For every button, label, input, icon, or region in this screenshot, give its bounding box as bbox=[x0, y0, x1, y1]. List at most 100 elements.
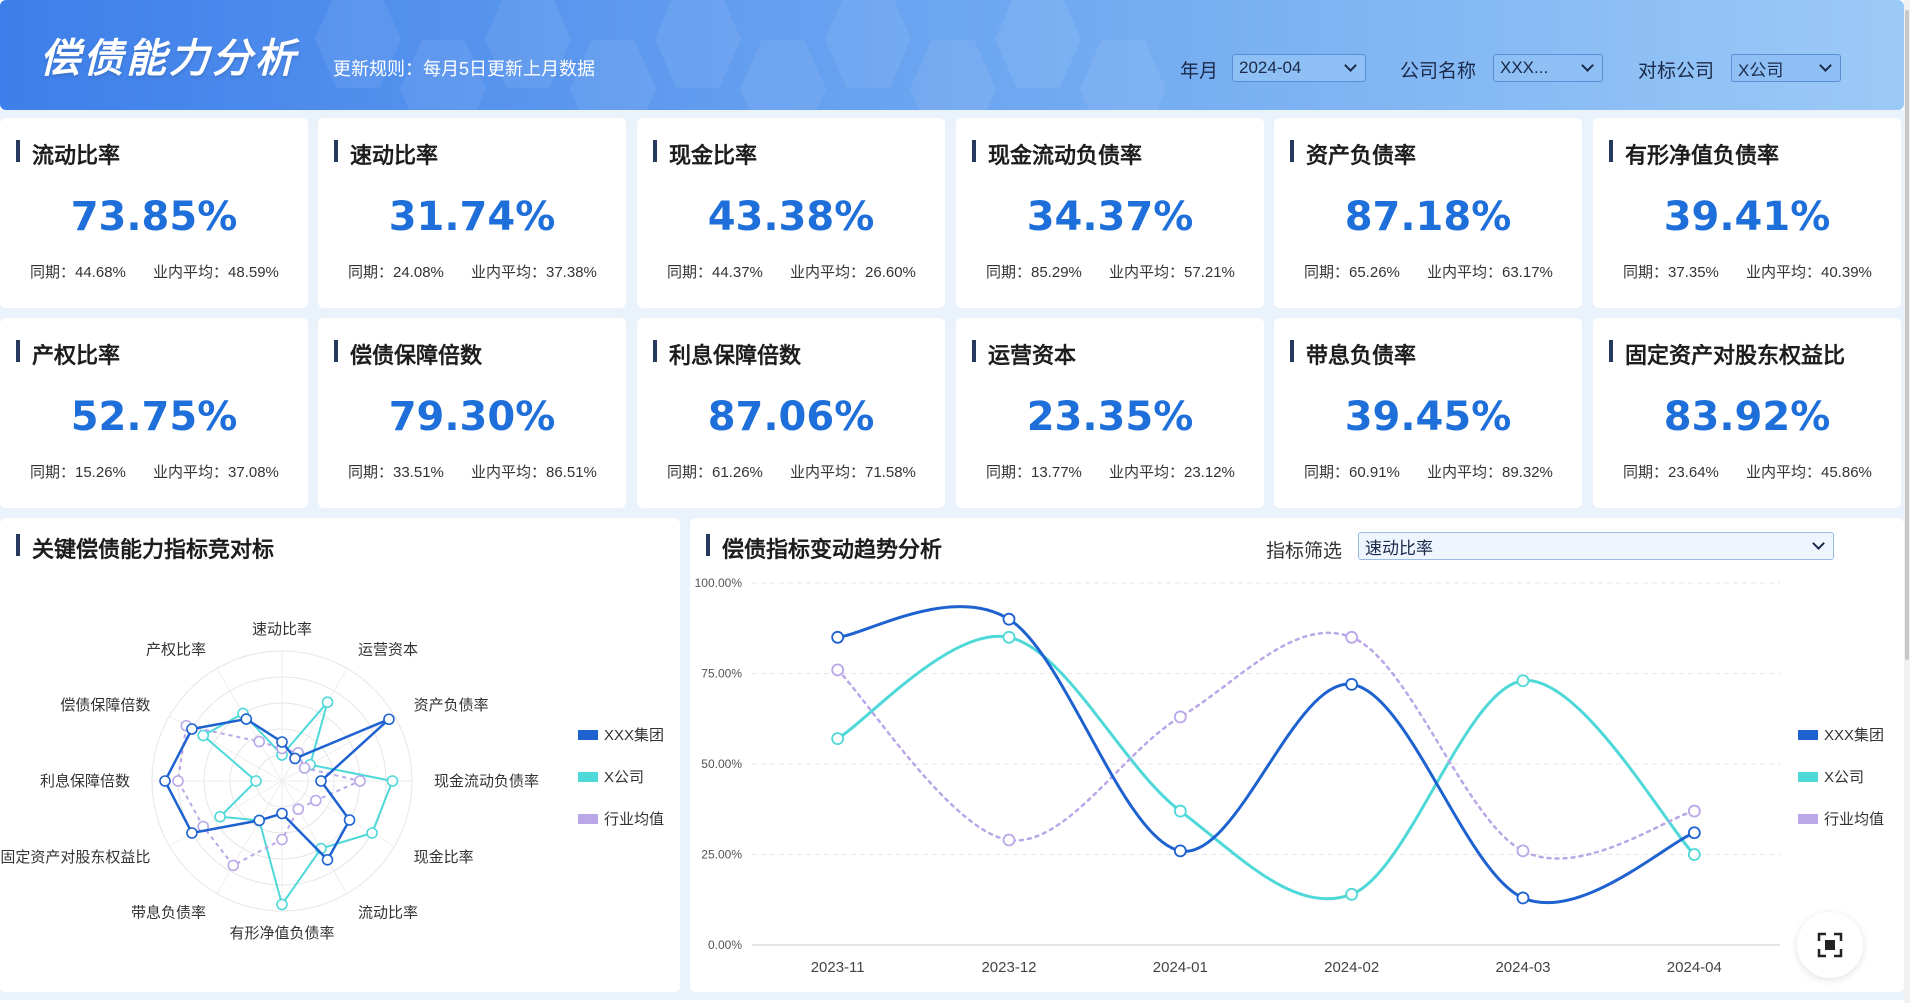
x-tick-label: 2024-03 bbox=[1495, 959, 1550, 976]
kpi-value: 31.74% bbox=[388, 194, 556, 240]
year-month-label: 年月 bbox=[1180, 61, 1219, 82]
trend-point[interactable] bbox=[1345, 630, 1359, 644]
radar-chart: 速动比率运营资本资产负债率现金流动负债率现金比率流动比率有形净值负债率 带息负债率… bbox=[0, 621, 664, 942]
kpi-same-period: 同期：61.26% bbox=[667, 464, 763, 481]
kpi-same-period: 同期：23.64% bbox=[1623, 464, 1719, 481]
kpi-value: 52.75% bbox=[70, 394, 238, 440]
trend-point[interactable] bbox=[1516, 844, 1530, 858]
kpi-title: 固定资产对股东权益比 bbox=[1625, 343, 1846, 368]
trend-point[interactable] bbox=[831, 732, 845, 746]
kpi-title: 资产负债率 bbox=[1306, 143, 1417, 168]
radar-point bbox=[253, 814, 266, 827]
legend-swatch bbox=[578, 772, 598, 782]
radar-point bbox=[240, 713, 253, 725]
kpi-card: 资产负债率 87.18% 同期：65.26% 业内平均：63.17% bbox=[1274, 118, 1582, 308]
trend-series-line bbox=[836, 631, 1696, 860]
trend-point[interactable] bbox=[1516, 674, 1530, 688]
radar-point bbox=[276, 833, 288, 846]
radar-point bbox=[276, 807, 288, 820]
kpi-same-period: 同期：33.51% bbox=[348, 464, 444, 481]
radar-indicator-label: 资产负债率 bbox=[414, 697, 489, 714]
page-title: 偿债能力分析 bbox=[40, 36, 298, 82]
radar-indicator-label: 固定资产对股东权益比 bbox=[0, 849, 150, 866]
kpi-same-period: 同期：37.35% bbox=[1623, 264, 1719, 281]
kpi-title: 偿债保障倍数 bbox=[350, 343, 483, 368]
kpi-card: 有形净值负债率 39.41% 同期：37.35% 业内平均：40.39% bbox=[1593, 118, 1901, 308]
header-banner: 偿债能力分析 更新规则：每月5日更新上月数据 年月 2024-04 公司名称 X… bbox=[0, 0, 1904, 110]
radar-indicator-label: 有形净值负债率 bbox=[229, 925, 334, 942]
legend-swatch bbox=[1798, 772, 1818, 782]
radar-point bbox=[366, 827, 378, 839]
kpi-card: 产权比率 52.75% 同期：15.26% 业内平均：37.08% bbox=[0, 318, 308, 508]
legend-label[interactable]: X公司 bbox=[1824, 769, 1864, 786]
kpi-same-period: 同期：60.91% bbox=[1304, 464, 1400, 481]
radar-point bbox=[309, 794, 322, 807]
radar-point bbox=[321, 854, 334, 866]
kpi-industry-avg: 业内平均：23.12% bbox=[1109, 464, 1235, 481]
trend-point[interactable] bbox=[1002, 612, 1016, 626]
trend-point[interactable] bbox=[1173, 804, 1187, 818]
kpi-card: 流动比率 73.85% 同期：44.68% 业内平均：48.59% bbox=[0, 118, 308, 308]
kpi-value: 87.18% bbox=[1344, 194, 1512, 240]
kpi-value: 23.35% bbox=[1026, 394, 1194, 440]
x-tick-label: 2023-12 bbox=[981, 959, 1036, 976]
x-tick-label: 2024-02 bbox=[1324, 959, 1379, 976]
kpi-title: 速动比率 bbox=[350, 143, 439, 168]
trend-point[interactable] bbox=[1687, 804, 1701, 818]
radar-point bbox=[186, 827, 198, 839]
trend-point[interactable] bbox=[1345, 677, 1359, 691]
kpi-card: 固定资产对股东权益比 83.92% 同期：23.64% 业内平均：45.86% bbox=[1593, 318, 1901, 508]
legend-label[interactable]: 行业均值 bbox=[1824, 811, 1884, 828]
trend-point[interactable] bbox=[1687, 848, 1701, 861]
kpi-title: 有形净值负债率 bbox=[1625, 143, 1780, 168]
chevron-down-icon bbox=[1344, 59, 1357, 72]
chevron-down-icon bbox=[1581, 59, 1594, 72]
kpi-industry-avg: 业内平均：40.39% bbox=[1746, 264, 1872, 281]
y-tick-label: 25.00% bbox=[701, 848, 742, 862]
trend-point[interactable] bbox=[831, 630, 845, 644]
legend-label[interactable]: XXX集团 bbox=[604, 727, 664, 744]
y-tick-label: 100.00% bbox=[695, 576, 743, 590]
radar-panel: 关键偿债能力指标竞对标 速动比率 运营资本 资产负债率 现金流动负债率 现金比率 流动比率… bbox=[0, 518, 680, 992]
kpi-industry-avg: 业内平均：37.08% bbox=[153, 464, 279, 481]
legend-swatch bbox=[578, 730, 598, 740]
radar-indicator-label: 现金流动负债率 bbox=[434, 773, 539, 790]
legend-label[interactable]: 行业均值 bbox=[604, 811, 664, 828]
trend-point[interactable] bbox=[1687, 826, 1701, 840]
trend-point[interactable] bbox=[1173, 710, 1187, 724]
kpi-value: 39.45% bbox=[1344, 394, 1512, 440]
kpi-value: 73.85% bbox=[70, 194, 238, 240]
legend-label[interactable]: X公司 bbox=[604, 769, 644, 786]
benchmark-company-select[interactable]: X公司 bbox=[1731, 54, 1841, 82]
company-name-select[interactable]: XXX... bbox=[1493, 54, 1603, 82]
kpi-industry-avg: 业内平均：26.60% bbox=[790, 264, 916, 281]
radar-point bbox=[197, 729, 209, 742]
trend-point[interactable] bbox=[1002, 833, 1016, 847]
trend-point[interactable] bbox=[1002, 630, 1016, 644]
radar-point bbox=[227, 859, 240, 872]
year-month-select[interactable]: 2024-04 bbox=[1232, 54, 1366, 82]
kpi-industry-avg: 业内平均：89.32% bbox=[1427, 464, 1553, 481]
fullscreen-button[interactable] bbox=[1797, 912, 1863, 978]
radar-point bbox=[214, 810, 226, 823]
trend-point[interactable] bbox=[831, 663, 845, 677]
radar-axis-line bbox=[169, 780, 283, 847]
dashboard: 偿债能力分析 更新规则：每月5日更新上月数据 年月 2024-04 公司名称 X… bbox=[0, 0, 1904, 1003]
kpi-industry-avg: 业内平均：86.51% bbox=[471, 464, 597, 481]
trend-point[interactable] bbox=[1516, 891, 1530, 905]
kpi-card: 现金流动负债率 34.37% 同期：85.29% 业内平均：57.21% bbox=[956, 118, 1264, 308]
radar-point bbox=[159, 775, 171, 787]
legend-label[interactable]: XXX集团 bbox=[1824, 727, 1884, 744]
chevron-down-icon bbox=[1819, 59, 1832, 72]
kpi-card: 利息保障倍数 87.06% 同期：61.26% 业内平均：71.58% bbox=[637, 318, 945, 508]
update-rule-text: 更新规则：每月5日更新上月数据 bbox=[333, 59, 596, 79]
scrollbar-thumb[interactable] bbox=[1905, 10, 1909, 660]
radar-indicator-label: 偿债保障倍数 bbox=[60, 696, 150, 714]
kpi-title: 现金流动负债率 bbox=[988, 143, 1143, 168]
benchmark-company-label: 对标公司 bbox=[1638, 61, 1715, 82]
y-tick-label: 50.00% bbox=[701, 757, 742, 771]
trend-point[interactable] bbox=[1173, 844, 1187, 858]
radar-axis-line bbox=[216, 780, 283, 894]
legend-swatch bbox=[1798, 730, 1818, 740]
trend-point[interactable] bbox=[1345, 887, 1359, 901]
